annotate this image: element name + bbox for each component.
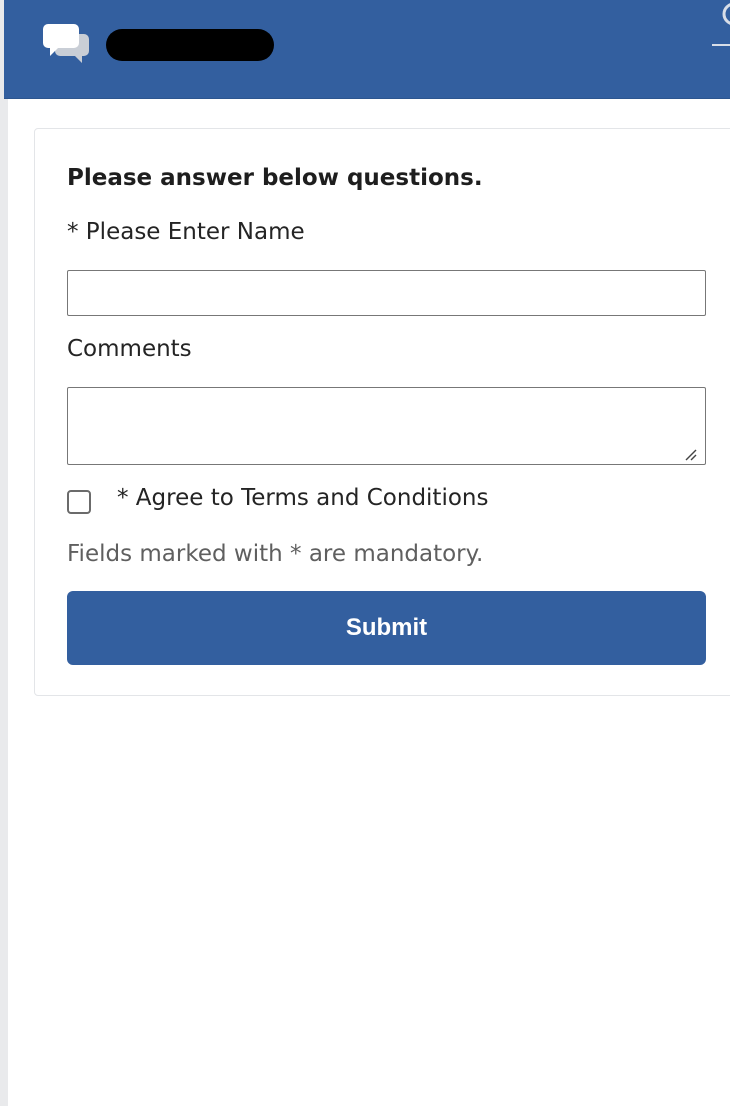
- redacted-app-title: [106, 29, 274, 61]
- submit-button[interactable]: Submit: [67, 591, 706, 665]
- terms-checkbox[interactable]: [67, 490, 91, 514]
- form-intro-heading: Please answer below questions.: [67, 165, 483, 191]
- comments-field-label: Comments: [67, 336, 192, 362]
- comments-textarea[interactable]: [67, 387, 706, 465]
- app-header: [4, 0, 730, 99]
- user-icon[interactable]: [712, 0, 730, 50]
- name-field-label: * Please Enter Name: [67, 219, 305, 245]
- name-input[interactable]: [67, 270, 706, 316]
- page-body: Please answer below questions. * Please …: [8, 99, 730, 1106]
- chat-bubbles-icon: [43, 24, 89, 63]
- questions-form-card: Please answer below questions. * Please …: [34, 128, 730, 696]
- resize-grip-icon[interactable]: [683, 447, 697, 461]
- mandatory-fields-note: Fields marked with * are mandatory.: [67, 541, 484, 567]
- terms-checkbox-label[interactable]: * Agree to Terms and Conditions: [117, 485, 488, 511]
